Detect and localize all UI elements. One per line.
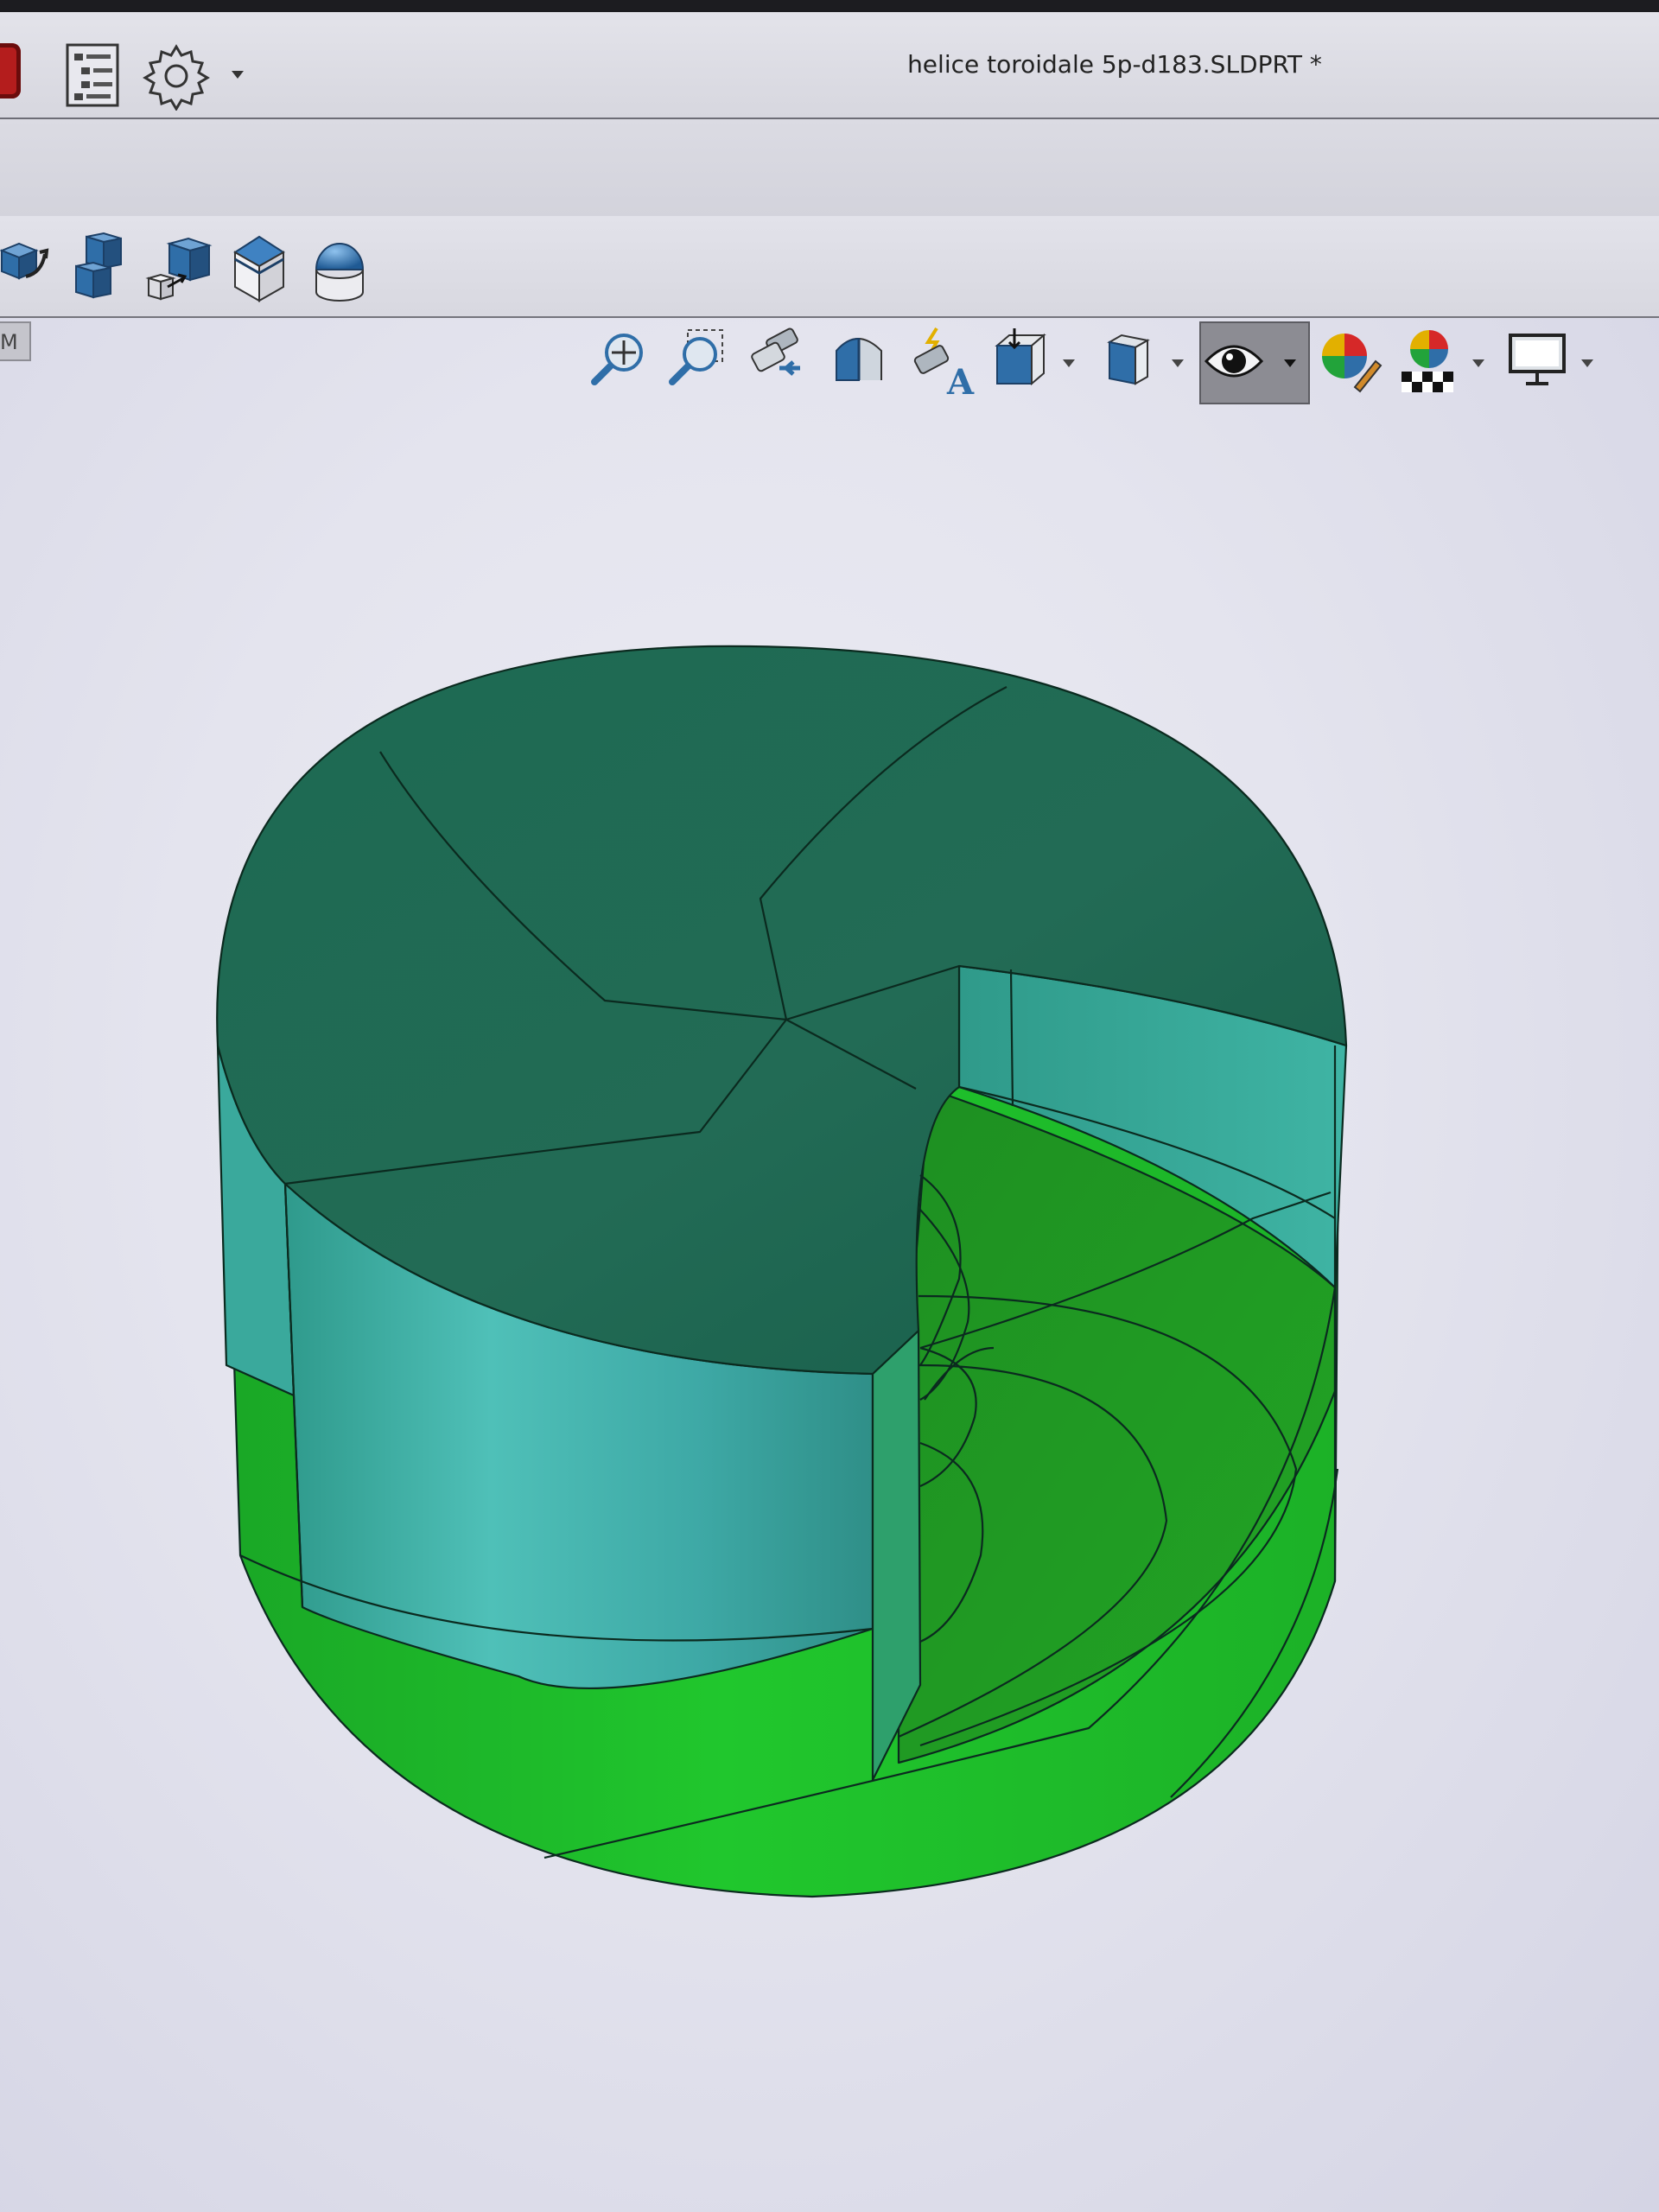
dynamic-annotation-views-icon[interactable]: A: [907, 321, 976, 404]
view-settings-icon[interactable]: [1503, 321, 1573, 404]
window-title: helice toroidale 5p-d183.SLDPRT *: [907, 50, 1322, 79]
wrap-icon[interactable]: [232, 233, 287, 304]
tab-stub-label: M: [0, 330, 18, 354]
options-dropdown-chevron-icon[interactable]: [232, 71, 244, 79]
featuremanager-tree-icon[interactable]: [62, 41, 124, 111]
dome-icon[interactable]: [313, 235, 366, 304]
command-toolbar: [0, 216, 1659, 318]
section-view-icon[interactable]: [828, 321, 893, 404]
apply-scene-icon[interactable]: [1396, 321, 1462, 404]
solidworks-logo-icon[interactable]: [0, 43, 21, 99]
view-settings-dropdown-icon[interactable]: [1581, 359, 1593, 367]
edit-appearance-icon[interactable]: [1315, 321, 1384, 404]
command-manager-ribbon: [0, 119, 1659, 218]
previous-view-icon[interactable]: [745, 321, 810, 404]
move-copy-bodies-icon[interactable]: [0, 233, 52, 302]
toroidal-helix-part-model[interactable]: [0, 318, 1659, 2212]
zoom-to-area-icon[interactable]: [665, 321, 731, 404]
heads-up-view-toolbar: A: [579, 321, 1616, 408]
combine-bodies-icon[interactable]: [73, 232, 126, 302]
view-orientation-icon[interactable]: [988, 321, 1054, 404]
hide-show-items-icon: [1204, 345, 1264, 378]
graphics-area[interactable]: [0, 318, 1659, 2212]
view-orientation-dropdown-icon[interactable]: [1063, 359, 1075, 367]
title-bar: helice toroidale 5p-d183.SLDPRT *: [0, 0, 1659, 119]
svg-text:A: A: [946, 362, 975, 403]
display-style-icon[interactable]: [1097, 321, 1163, 404]
display-style-dropdown-icon[interactable]: [1172, 359, 1184, 367]
options-gear-icon[interactable]: [142, 41, 211, 111]
hide-show-items-button[interactable]: [1199, 321, 1310, 404]
intersect-bodies-icon[interactable]: [145, 235, 213, 304]
zoom-to-fit-icon[interactable]: [588, 321, 653, 404]
hide-show-dropdown-icon[interactable]: [1284, 359, 1296, 367]
featuremanager-tab-stub[interactable]: M: [0, 321, 31, 361]
apply-scene-dropdown-icon[interactable]: [1472, 359, 1484, 367]
